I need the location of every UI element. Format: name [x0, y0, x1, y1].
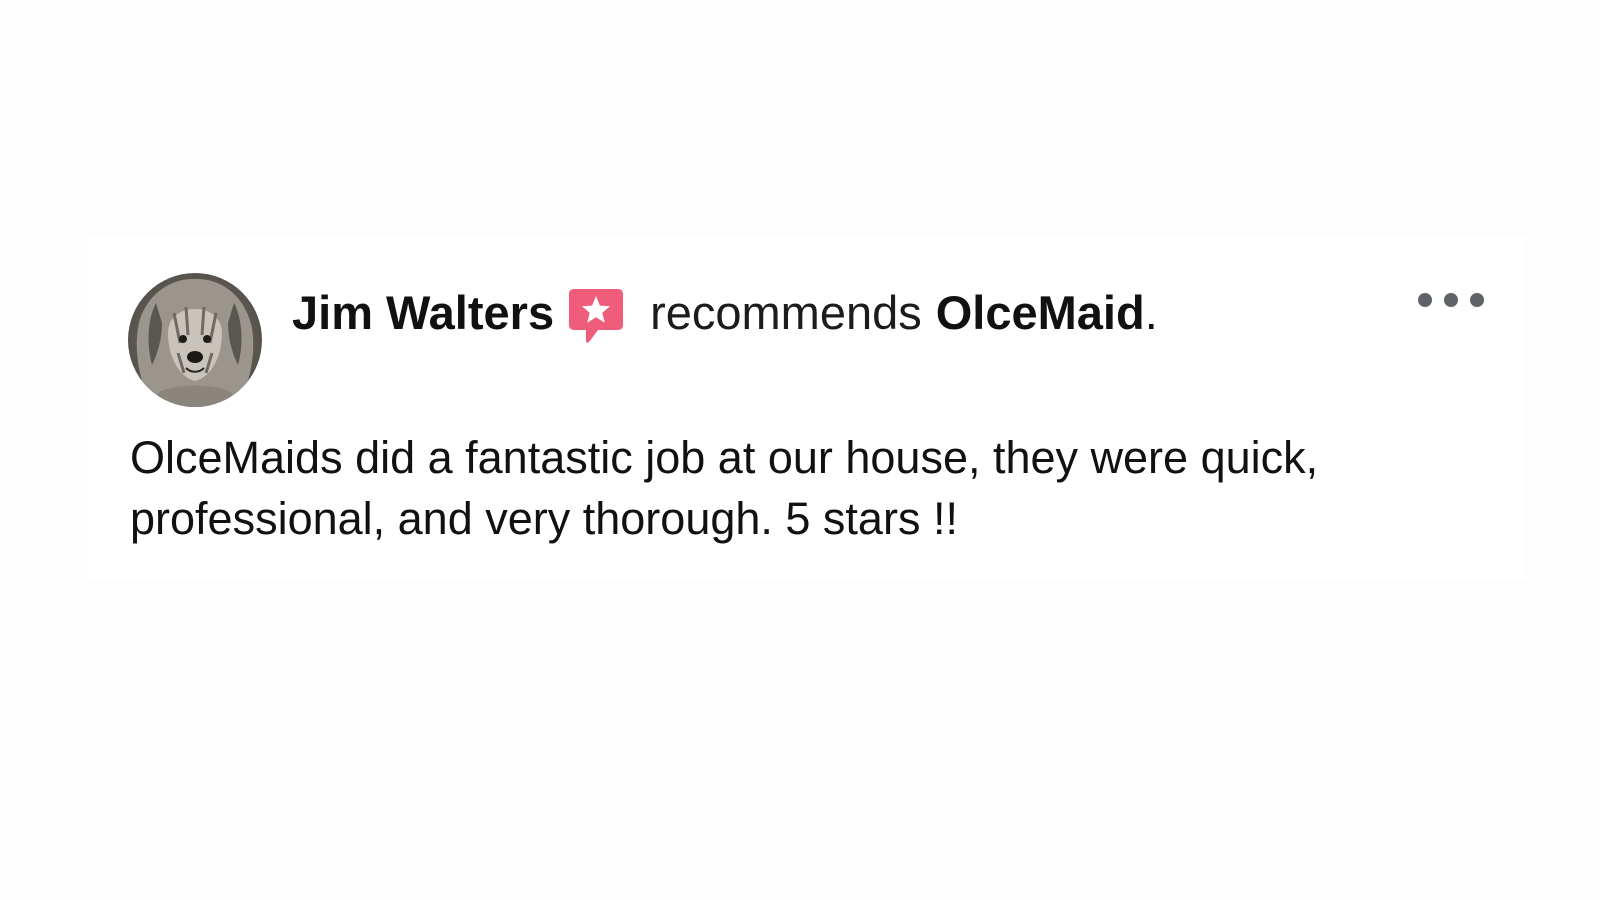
- recommendation-star-icon: [568, 287, 624, 345]
- recommends-text: recommends: [650, 285, 922, 339]
- review-text: OlceMaids did a fantastic job at our hou…: [130, 432, 1319, 544]
- more-options-icon: [1418, 293, 1432, 307]
- author-name-link[interactable]: Jim Walters: [292, 285, 554, 340]
- more-options-icon-dot: [1444, 293, 1458, 307]
- dog-avatar-image: [128, 273, 262, 407]
- recommendation-post-card: Jim Walters recommends OlceMaid. OlceMai…: [88, 237, 1526, 579]
- avatar[interactable]: [128, 273, 262, 407]
- more-options-icon-dot: [1470, 293, 1484, 307]
- post-header: Jim Walters recommends OlceMaid.: [292, 281, 1158, 343]
- more-options-button[interactable]: [1418, 287, 1484, 313]
- header-period: .: [1144, 285, 1158, 339]
- page-name-link[interactable]: OlceMaid: [936, 285, 1145, 340]
